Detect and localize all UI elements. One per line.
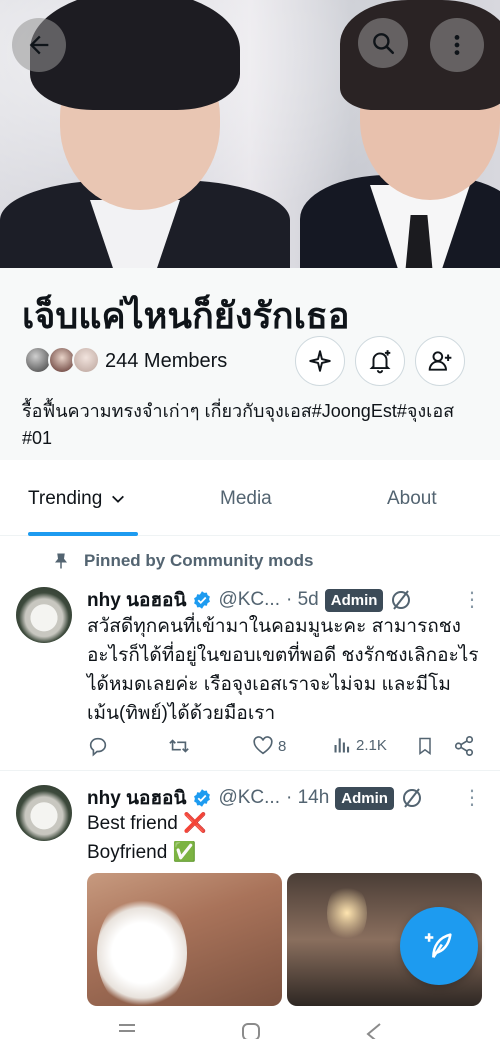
back-nav-icon[interactable] bbox=[364, 1022, 384, 1039]
arrow-left-icon bbox=[29, 35, 49, 55]
tweet-header: nhy นอฮอนิ @KC... · 5d Admin bbox=[87, 585, 413, 615]
community-description: รื้อฟื้นความทรงจำเก่าๆ เกี่ยวกับจุงเอส#J… bbox=[22, 401, 455, 448]
reply-button[interactable] bbox=[87, 735, 109, 757]
reply-icon bbox=[89, 737, 107, 757]
tweet-more-button[interactable]: ⋮ bbox=[462, 587, 482, 612]
tweet-text-line: Boyfriend ✅ bbox=[87, 842, 197, 863]
admin-badge: Admin bbox=[324, 588, 384, 612]
notifications-button[interactable] bbox=[355, 336, 405, 386]
tweet-text-line: Best friend ❌ bbox=[87, 813, 207, 834]
views-icon bbox=[334, 738, 350, 753]
home-icon[interactable] bbox=[241, 1022, 261, 1039]
sparkle-icon bbox=[309, 350, 331, 372]
tab-label: Trending bbox=[28, 488, 103, 509]
pin-icon bbox=[55, 553, 67, 569]
bookmark-button[interactable] bbox=[415, 735, 435, 757]
recents-icon[interactable] bbox=[116, 1022, 138, 1039]
system-nav-bar bbox=[0, 1010, 500, 1039]
tweet-time[interactable]: · 14h bbox=[286, 787, 329, 809]
pinned-label: Pinned by Community mods bbox=[84, 551, 314, 570]
tweet-text: สวัสดีทุกคนที่เข้ามาในคอมมูนะคะ สามารถชง… bbox=[87, 616, 479, 724]
tweet-author-avatar[interactable] bbox=[16, 785, 72, 841]
pinned-indicator: Pinned by Community mods bbox=[52, 551, 314, 571]
tweet-time[interactable]: · 5d bbox=[286, 589, 319, 611]
tweet-author-avatar[interactable] bbox=[16, 587, 72, 643]
author-handle[interactable]: @KC... bbox=[218, 787, 280, 809]
views-button[interactable]: 2.1K bbox=[332, 735, 387, 755]
share-button[interactable] bbox=[453, 735, 475, 757]
community-tabs: Trending Media About bbox=[0, 460, 500, 536]
author-name[interactable]: nhy นอฮอนิ bbox=[87, 585, 186, 615]
compose-button[interactable] bbox=[400, 907, 478, 985]
admin-badge: Admin bbox=[335, 786, 394, 810]
more-options-button[interactable] bbox=[430, 18, 484, 72]
community-banner bbox=[0, 0, 500, 268]
add-person-icon bbox=[428, 351, 452, 371]
bell-plus-icon bbox=[369, 350, 391, 374]
verified-badge-icon bbox=[194, 591, 211, 609]
member-avatars[interactable] bbox=[24, 346, 100, 376]
tab-media[interactable]: Media bbox=[220, 488, 272, 510]
verified-badge-icon bbox=[194, 789, 211, 807]
moderation-icon[interactable] bbox=[389, 588, 413, 612]
tweet-divider bbox=[0, 770, 500, 771]
search-icon bbox=[373, 33, 395, 55]
author-handle[interactable]: @KC... bbox=[218, 589, 280, 611]
compose-icon bbox=[424, 933, 452, 959]
tab-trending[interactable]: Trending bbox=[28, 488, 126, 510]
view-count: 2.1K bbox=[356, 736, 387, 754]
invite-button[interactable] bbox=[415, 336, 465, 386]
search-button[interactable] bbox=[358, 18, 408, 68]
share-icon bbox=[454, 736, 474, 756]
chevron-down-icon bbox=[112, 495, 125, 503]
moderation-icon[interactable] bbox=[400, 786, 424, 810]
back-button[interactable] bbox=[12, 18, 66, 72]
active-tab-indicator bbox=[28, 532, 138, 536]
like-count: 8 bbox=[278, 737, 287, 755]
tweet-more-button[interactable]: ⋮ bbox=[462, 785, 482, 810]
retweet-icon bbox=[169, 739, 189, 753]
tweet-actions: 8 2.1K bbox=[87, 735, 482, 759]
member-avatar bbox=[72, 346, 100, 374]
community-title: เจ็บแค่ไหนก็ยังรักเธอ bbox=[22, 295, 350, 336]
tab-about[interactable]: About bbox=[387, 488, 437, 510]
heart-icon bbox=[253, 736, 273, 755]
more-vertical-icon bbox=[454, 35, 460, 55]
sparkle-button[interactable] bbox=[295, 336, 345, 386]
retweet-button[interactable] bbox=[167, 735, 191, 757]
member-count[interactable]: 244 Members bbox=[105, 350, 227, 373]
bookmark-icon bbox=[419, 737, 431, 755]
like-button[interactable]: 8 bbox=[252, 735, 286, 757]
tweet-image[interactable] bbox=[87, 873, 282, 1006]
